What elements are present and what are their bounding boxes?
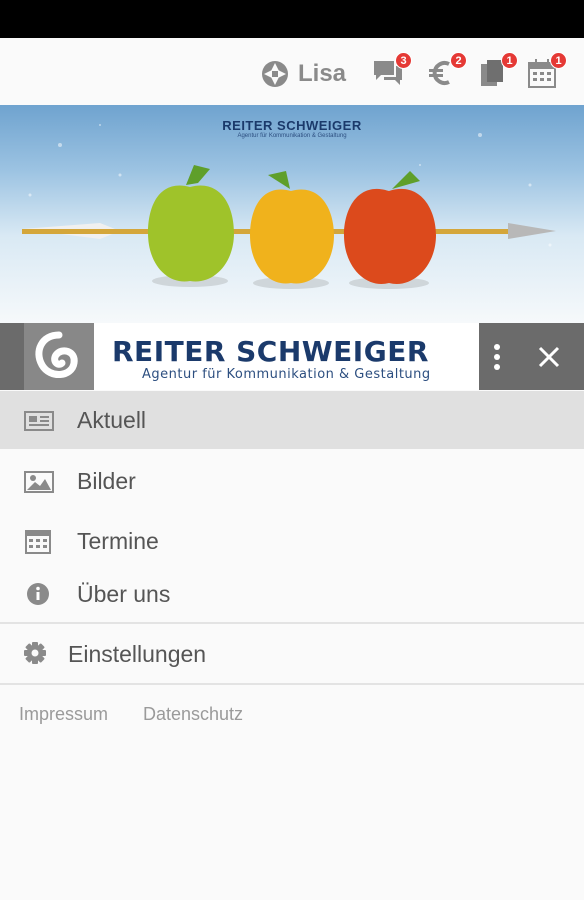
menu-item-aktuell[interactable]: Aktuell [0,391,584,449]
chat-badge: 3 [395,52,412,69]
footer-divider [0,683,584,685]
menu-label-termine: Termine [77,527,159,554]
status-bar [0,0,584,38]
brand-logo-title: REITER SCHWEIGER [112,335,429,368]
menu-item-einstellungen[interactable]: Einstellungen [0,625,584,683]
user-profile[interactable]: Lisa [260,58,346,90]
chat-button[interactable]: 3 [372,52,412,92]
calendar-badge: 1 [550,52,567,69]
close-drawer-button[interactable] [536,343,562,371]
calendar-icon [24,526,54,556]
brand-logo-subtitle: Agentur für Kommunikation & Gestaltung [142,367,431,382]
menu-label-ueber-uns: Über uns [77,580,171,607]
newspaper-icon [24,405,54,435]
menu-item-termine[interactable]: Termine [0,512,584,570]
user-name: Lisa [298,60,347,87]
menu-item-ueber-uns[interactable]: Über uns [0,565,584,623]
image-icon [24,466,54,496]
euro-badge: 2 [450,52,467,69]
menu-label-einstellungen: Einstellungen [68,640,207,667]
menu-label-aktuell: Aktuell [77,406,147,433]
menu-label-bilder: Bilder [77,467,136,494]
more-vert-icon [494,344,500,370]
documents-button[interactable]: 1 [478,52,518,92]
menu-item-bilder[interactable]: Bilder [0,452,584,510]
banner-logo: REITER SCHWEIGER Agentur für Kommunikati… [200,118,384,139]
documents-badge: 1 [501,52,518,69]
menu-divider [0,622,584,624]
banner-logo-title: REITER SCHWEIGER [222,118,362,133]
calendar-button[interactable]: 1 [527,52,567,92]
user-logo-icon [262,61,288,87]
banner-logo-subtitle: Agentur für Kommunikation & Gestaltung [237,133,347,139]
close-icon [538,346,560,368]
gear-icon [24,639,54,669]
impressum-link[interactable]: Impressum [19,704,108,725]
datenschutz-link[interactable]: Datenschutz [143,704,243,725]
info-icon [24,579,54,609]
swirl-logo-icon [24,323,94,390]
euro-button[interactable]: 2 [427,52,467,92]
brand-logo: REITER SCHWEIGER Agentur für Kommunikati… [24,323,479,390]
more-options-button[interactable] [488,343,506,371]
